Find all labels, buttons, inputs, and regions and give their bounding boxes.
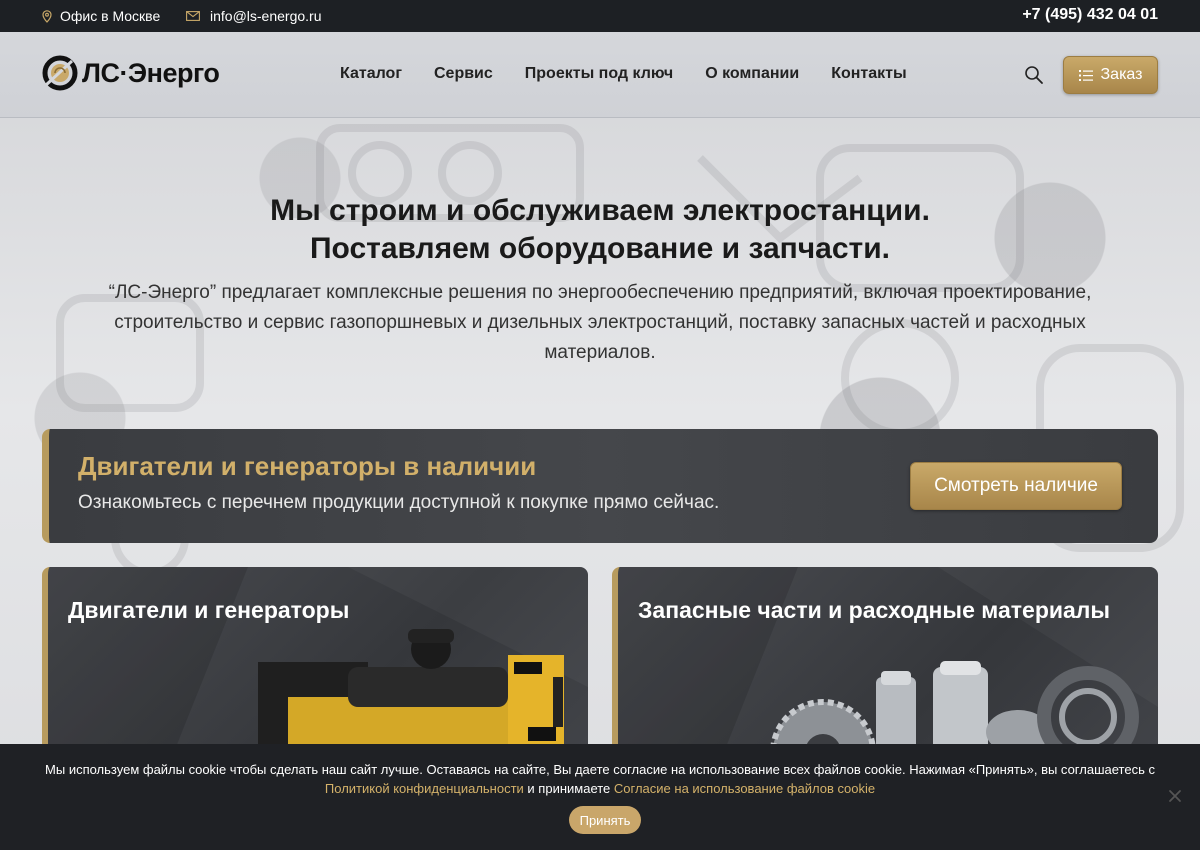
banner-subtitle: Ознакомьтесь с перечнем продукции доступ… bbox=[78, 492, 720, 513]
banner-title: Двигатели и генераторы в наличии bbox=[78, 451, 537, 481]
nav-item-turnkey[interactable]: Проекты под ключ bbox=[525, 65, 673, 83]
hero-description: “ЛС-Энерго” предлагает комплексные решен… bbox=[108, 282, 1092, 363]
category-card-parts[interactable]: Запасные части и расходные материалы bbox=[612, 567, 1158, 767]
hero-title-line1: Мы строим и обслуживаем электростанции. bbox=[270, 194, 930, 227]
office-label: Офис в Москве bbox=[60, 8, 161, 24]
phone-link[interactable]: +7 (495) 432 04 01 bbox=[1022, 6, 1158, 24]
cookie-links: Политикой конфиденциальности и принимает… bbox=[0, 781, 1200, 796]
cookie-banner: Мы используем файлы cookie чтобы сделать… bbox=[0, 744, 1200, 850]
email-link[interactable]: info@ls-energo.ru bbox=[186, 8, 322, 24]
site-header: ЛС·Энерго Каталог Сервис Проекты под клю… bbox=[0, 32, 1200, 118]
card-title-engines: Двигатели и генераторы bbox=[68, 597, 350, 623]
cookie-accept-button[interactable]: Принять bbox=[569, 806, 641, 834]
logo-text: ЛС·Энерго bbox=[82, 57, 220, 88]
close-icon[interactable] bbox=[1168, 789, 1182, 803]
main-nav: Каталог Сервис Проекты под ключ О компан… bbox=[340, 65, 907, 83]
envelope-icon bbox=[186, 11, 200, 21]
nav-item-service[interactable]: Сервис bbox=[434, 65, 493, 83]
order-button-label: Заказ bbox=[1100, 66, 1143, 83]
card-title-parts: Запасные части и расходные материалы bbox=[638, 597, 1111, 623]
view-stock-button[interactable]: Смотреть наличие bbox=[910, 462, 1122, 510]
logo[interactable]: ЛС·Энерго bbox=[42, 55, 220, 91]
nav-item-catalog[interactable]: Каталог bbox=[340, 65, 402, 83]
hero-title: Мы строим и обслуживаем электростанции. … bbox=[0, 192, 1200, 268]
email-label: info@ls-energo.ru bbox=[210, 8, 322, 24]
privacy-policy-link[interactable]: Политикой конфиденциальности bbox=[325, 781, 524, 796]
nav-item-about[interactable]: О компании bbox=[705, 65, 799, 83]
search-icon[interactable] bbox=[1024, 65, 1044, 85]
top-bar: Офис в Москве info@ls-energo.ru +7 (495)… bbox=[0, 0, 1200, 32]
order-button[interactable]: Заказ bbox=[1063, 56, 1158, 94]
office-location[interactable]: Офис в Москве bbox=[42, 8, 160, 24]
nav-item-contacts[interactable]: Контакты bbox=[831, 65, 906, 83]
map-pin-icon bbox=[42, 9, 52, 23]
stock-banner: Двигатели и генераторы в наличии Ознаком… bbox=[42, 429, 1158, 543]
logo-mark-icon bbox=[42, 55, 78, 91]
cookie-and-accept-text: и принимаете bbox=[523, 781, 614, 796]
category-card-engines[interactable]: Двигатели и генераторы bbox=[42, 567, 588, 767]
hero-title-line2: Поставляем оборудование и запчасти. bbox=[309, 232, 891, 265]
list-icon bbox=[1078, 69, 1093, 81]
cookie-text: Мы используем файлы cookie чтобы сделать… bbox=[45, 762, 1155, 777]
cookie-consent-link[interactable]: Согласие на использование файлов cookie bbox=[614, 781, 875, 796]
